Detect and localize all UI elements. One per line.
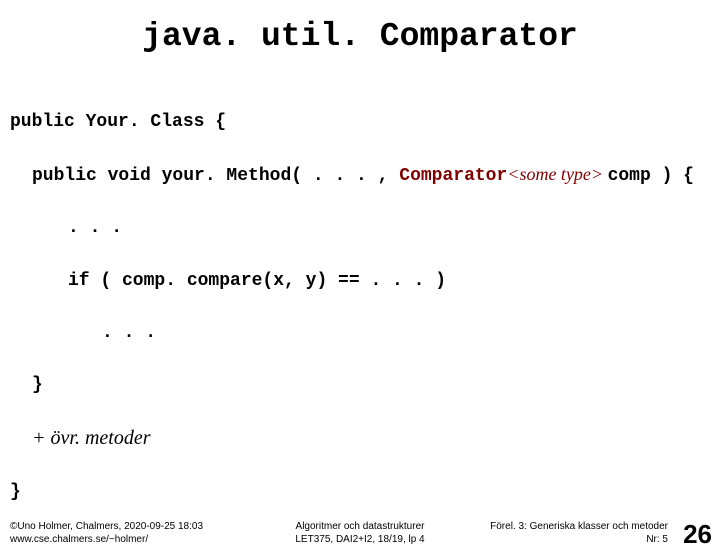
type-param: <some type> — [507, 164, 607, 184]
code-line-7: + övr. metoder — [10, 424, 720, 453]
type-comparator: Comparator — [399, 166, 507, 186]
code-line-4: if ( comp. compare(x, y) == . . . ) — [10, 268, 720, 294]
page-number: 26 — [683, 519, 712, 550]
code-line-3: . . . — [10, 215, 720, 241]
footer-center-line1: Algoritmer och datastrukturer — [295, 521, 424, 534]
code-line-2: public void your. Method( . . . , Compar… — [10, 161, 720, 189]
footer-right: Förel. 3: Generiska klasser och metoder … — [490, 521, 668, 546]
footer-center: Algoritmer och datastrukturer LET375, DA… — [295, 521, 424, 546]
page-title: java. util. Comparator — [0, 18, 720, 55]
footer-left: ©Uno Holmer, Chalmers, 2020-09-25 18:03 … — [10, 521, 203, 546]
footer-left-line1: ©Uno Holmer, Chalmers, 2020-09-25 18:03 — [10, 521, 203, 534]
code-text: comp ) { — [608, 166, 694, 186]
code-line-5: . . . — [10, 320, 720, 346]
footer-right-line1: Förel. 3: Generiska klasser och metoder — [490, 521, 668, 534]
code-text: public void your. Method( . . . , — [32, 166, 399, 186]
code-line-1: public Your. Class { — [10, 109, 720, 135]
code-block: public Your. Class { public void your. M… — [0, 83, 720, 532]
code-line-8: } — [10, 479, 720, 505]
code-line-6: } — [10, 372, 720, 398]
